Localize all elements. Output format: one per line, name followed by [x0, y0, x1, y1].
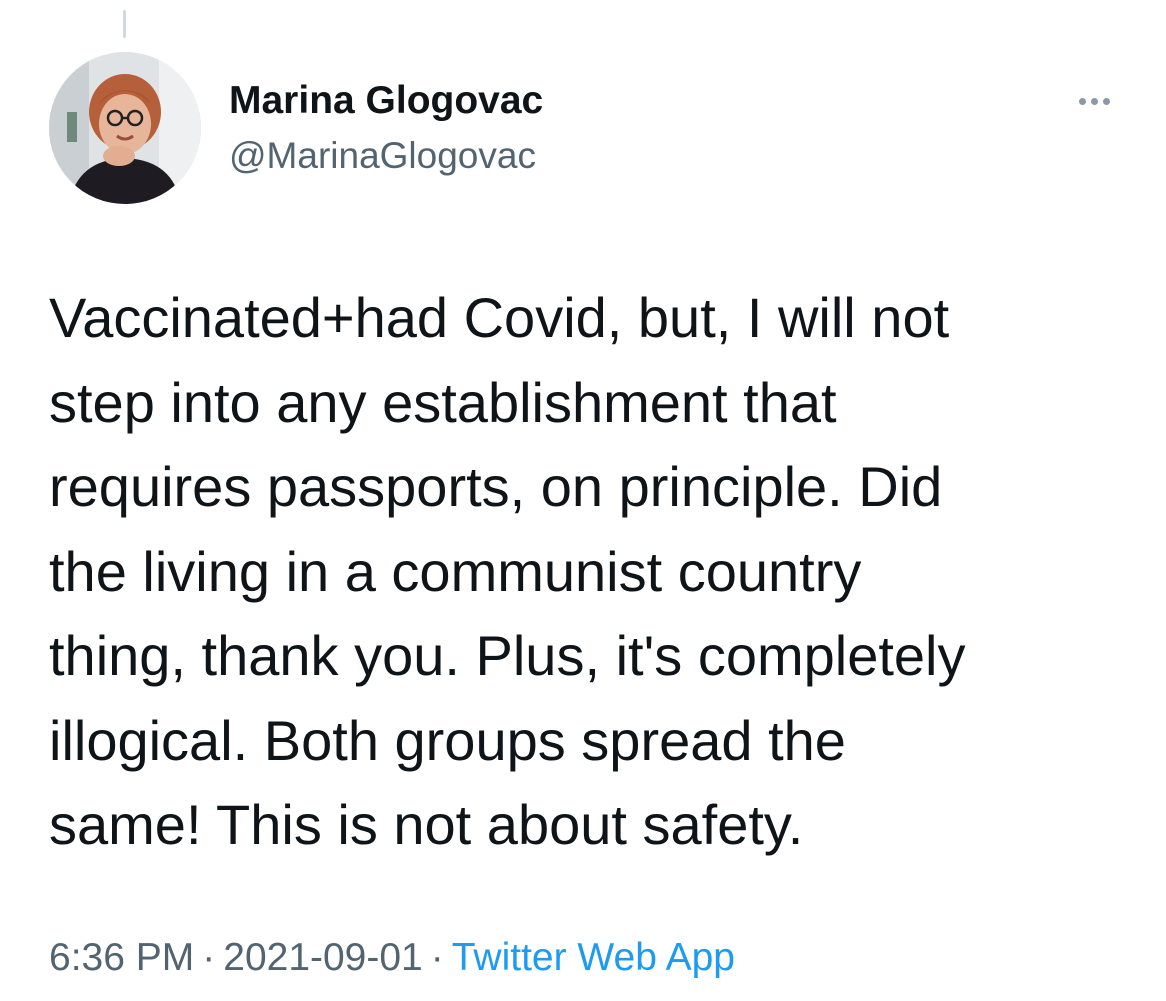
tweet-text-line: thing, thank you. Plus, it's completely [49, 624, 966, 687]
author-display-name[interactable]: Marina Glogovac [229, 78, 543, 124]
tweet-date[interactable]: 2021-09-01 [223, 936, 423, 979]
tweet-text-line: illogical. Both groups spread the [49, 708, 846, 772]
more-horizontal-icon [1078, 97, 1110, 105]
more-options-button[interactable] [1068, 86, 1120, 116]
tweet-text-line: requires passports, on principle. Did [49, 455, 943, 518]
tweet-text-line: Vaccinated+had Covid, but, I will not [49, 286, 950, 349]
tweet-text-line: step into any establishment that [49, 370, 837, 434]
author-handle[interactable]: @MarinaGlogovac [229, 134, 536, 178]
tweet-metadata: 6:36 PM · 2021-09-01 · Twitter Web App [49, 932, 735, 984]
tweet-source-link[interactable]: Twitter Web App [452, 936, 735, 979]
tweet-text-line: the living in a communist country [49, 539, 862, 603]
tweet-text-line: same! This is not about safety. [49, 793, 804, 856]
avatar-image [49, 52, 201, 204]
tweet-time[interactable]: 6:36 PM [49, 936, 194, 979]
separator-dot: · [430, 936, 444, 979]
avatar[interactable] [49, 52, 201, 204]
thread-connector-line [123, 10, 126, 38]
tweet-text: Vaccinated+had Covid, but, I will not st… [49, 276, 1139, 868]
separator-dot: · [202, 936, 216, 979]
